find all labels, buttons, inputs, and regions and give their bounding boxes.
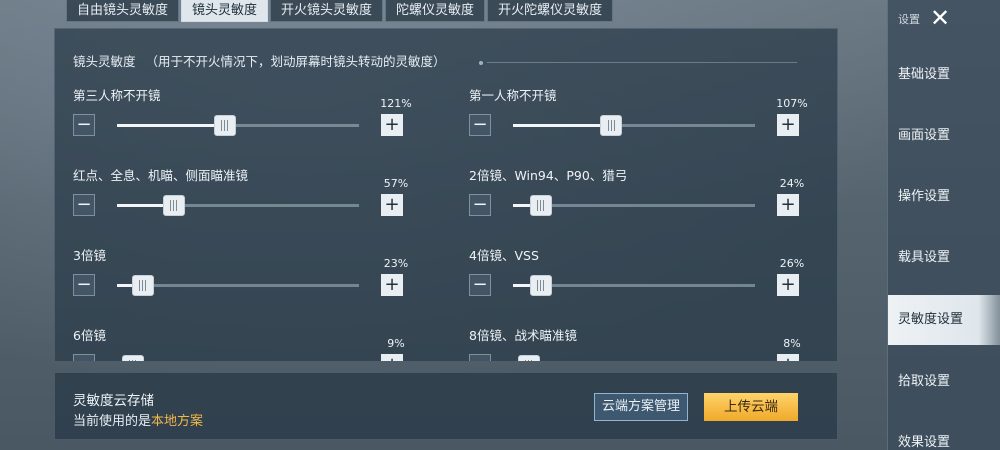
slider-track[interactable] [513,275,755,296]
slider-fill [117,124,214,127]
sidebar-header: 设置 ✕ [888,0,1000,36]
sidebar-item-basic[interactable]: 基础设置 [888,50,1000,100]
cloud-current-value: 本地方案 [151,414,204,429]
increase-button[interactable]: + [381,274,403,296]
increase-button[interactable]: + [381,354,403,361]
slider-thumb[interactable] [213,115,236,136]
section-header: 镜头灵敏度 （用于不开火情况下，划动屏幕时镜头转动的灵敏度） [73,51,446,70]
sidebar-item-vehicle[interactable]: 载具设置 [888,233,1000,283]
setting-label: 第三人称不开镜 [73,88,161,103]
setting-value: 9% [387,337,405,350]
slider-fill [513,284,530,287]
setting-value: 24% [779,177,805,190]
decrease-button[interactable]: − [73,274,95,296]
slider-fill [117,204,163,207]
decrease-button[interactable]: − [469,114,491,136]
sidebar-item-pickup[interactable]: 拾取设置 [888,357,1000,407]
increase-button[interactable]: + [777,114,799,136]
section-title: 镜头灵敏度 [73,54,136,69]
setting-4x-scope: 4倍镜、VSS 26% − + [469,245,804,315]
slider-thumb[interactable] [529,195,552,216]
tab-gyroscope[interactable]: 陀螺仪灵敏度 [385,0,486,22]
sidebar-title: 设置 [898,13,920,26]
slider-fill [513,204,530,207]
decrease-button[interactable]: − [469,274,491,296]
slider-thumb[interactable] [121,355,144,361]
upload-cloud-button[interactable]: 上传云端 [704,393,798,421]
setting-6x-scope: 6倍镜 9% − + [73,325,405,361]
cloud-title: 灵敏度云存储 [73,393,154,409]
setting-label: 8倍镜、战术瞄准镜 [469,328,577,343]
cloud-storage-bar: 灵敏度云存储 当前使用的是本地方案 云端方案管理 上传云端 [54,372,838,440]
slider-thumb[interactable] [600,115,623,136]
cloud-current-plan: 当前使用的是本地方案 [73,410,203,429]
settings-sidebar: 设置 ✕ 基础设置 画面设置 操作设置 载具设置 灵敏度设置 拾取设置 效果设置 [887,0,1000,450]
setting-2x-scope: 2倍镜、Win94、P90、猎弓 24% − + [469,165,804,235]
setting-red-dot: 红点、全息、机瞄、侧面瞄准镜 57% − + [73,165,408,235]
setting-first-person-no-scope: 第一人称不开镜 107% − + [469,85,808,155]
slider-track[interactable] [117,275,359,296]
increase-button[interactable]: + [777,354,799,361]
setting-label: 红点、全息、机瞄、侧面瞄准镜 [73,168,249,183]
tab-free-camera[interactable]: 自由镜头灵敏度 [66,0,180,22]
slider-fill [117,284,132,287]
sensitivity-panel: 镜头灵敏度 （用于不开火情况下，划动屏幕时镜头转动的灵敏度） 第三人称不开镜 12… [54,28,838,362]
slider-thumb[interactable] [517,355,540,361]
tab-camera[interactable]: 镜头灵敏度 [181,0,269,22]
slider-track[interactable] [117,115,359,136]
setting-8x-scope: 8倍镜、战术瞄准镜 8% − + [469,325,801,361]
tab-fire-gyroscope[interactable]: 开火陀螺仪灵敏度 [487,0,614,22]
tab-fire-camera[interactable]: 开火镜头灵敏度 [270,0,384,22]
setting-label: 3倍镜 [73,248,106,263]
setting-value: 57% [383,177,409,190]
decrease-button[interactable]: − [73,194,95,216]
setting-label: 第一人称不开镜 [469,88,557,103]
close-icon[interactable]: ✕ [930,4,950,32]
slider-thumb[interactable] [131,275,154,296]
header-divider [487,62,797,63]
sidebar-item-controls[interactable]: 操作设置 [888,172,1000,222]
setting-value: 26% [779,257,805,270]
slider-track[interactable] [513,195,755,216]
increase-button[interactable]: + [777,194,799,216]
cloud-current-prefix: 当前使用的是 [73,414,152,429]
increase-button[interactable]: + [777,274,799,296]
setting-third-person-no-scope: 第三人称不开镜 121% − + [73,85,412,155]
sidebar-item-effects[interactable]: 效果设置 [888,418,1000,450]
sensitivity-tabs: 自由镜头灵敏度 镜头灵敏度 开火镜头灵敏度 陀螺仪灵敏度 开火陀螺仪灵敏度 [66,0,614,22]
increase-button[interactable]: + [381,194,403,216]
setting-3x-scope: 3倍镜 23% − + [73,245,408,315]
setting-label: 4倍镜、VSS [469,248,539,263]
slider-thumb[interactable] [529,275,552,296]
decrease-button[interactable]: − [73,114,95,136]
slider-track[interactable] [117,195,359,216]
slider-fill [513,124,601,127]
setting-value: 121% [380,97,412,110]
setting-value: 23% [383,257,409,270]
cloud-manage-button[interactable]: 云端方案管理 [594,393,688,421]
section-note: （用于不开火情况下，划动屏幕时镜头转动的灵敏度） [145,54,446,69]
setting-value: 8% [783,337,801,350]
sidebar-item-sensitivity[interactable]: 灵敏度设置 [888,295,1000,345]
slider-thumb[interactable] [162,195,185,216]
decrease-button[interactable]: − [73,354,95,361]
setting-label: 2倍镜、Win94、P90、猎弓 [469,168,628,183]
decrease-button[interactable]: − [469,194,491,216]
decrease-button[interactable]: − [469,354,491,361]
slider-track[interactable] [513,115,755,136]
sidebar-item-graphics[interactable]: 画面设置 [888,111,1000,161]
setting-value: 107% [776,97,808,110]
increase-button[interactable]: + [381,114,403,136]
setting-label: 6倍镜 [73,328,106,343]
header-dot [479,61,483,65]
